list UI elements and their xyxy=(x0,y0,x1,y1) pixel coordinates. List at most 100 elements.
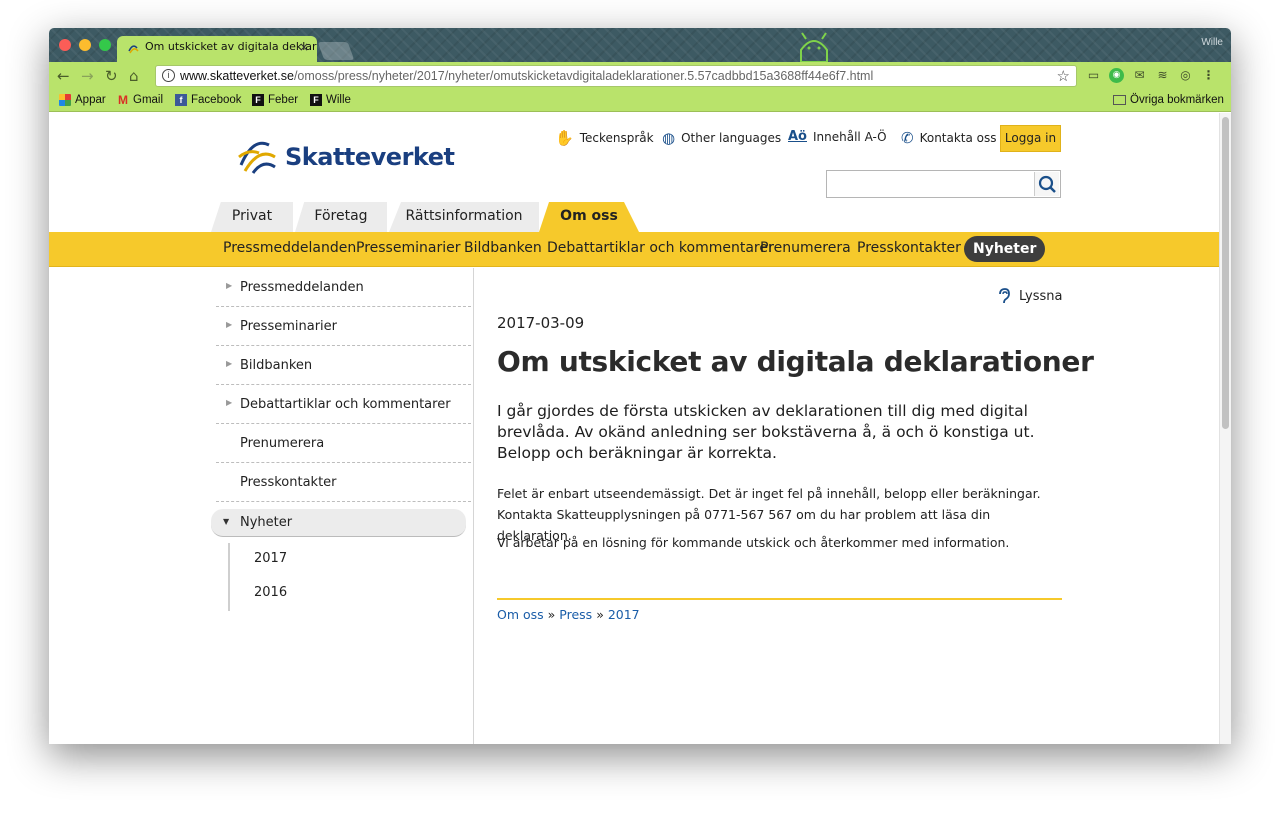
address-bar[interactable]: i www.skatteverket.se/omoss/press/nyhete… xyxy=(155,65,1077,87)
reload-icon[interactable]: ↻ xyxy=(105,67,118,85)
sidebar-item-presskontakter[interactable]: Presskontakter xyxy=(216,463,471,502)
contact-link[interactable]: ✆ Kontakta oss xyxy=(901,129,997,147)
subnav-pressmeddelanden[interactable]: Pressmeddelanden xyxy=(223,240,356,256)
android-icon xyxy=(800,32,828,62)
new-tab-button[interactable] xyxy=(317,42,355,60)
breadcrumb-press[interactable]: Press xyxy=(559,607,592,622)
eye-icon[interactable]: ◎ xyxy=(1178,68,1193,83)
breadcrumb-2017[interactable]: 2017 xyxy=(608,607,640,622)
url-path: /omoss/press/nyheter/2017/nyheter/omutsk… xyxy=(293,69,874,83)
subnav-presskontakter[interactable]: Presskontakter xyxy=(857,240,961,256)
other-languages-link[interactable]: ◍ Other languages xyxy=(662,129,781,147)
skatteverket-favicon-icon xyxy=(128,45,139,54)
sidebar-item-debattartiklar[interactable]: ▶ Debattartiklar och kommentarer xyxy=(216,385,471,424)
bookmarks-bar: Appar M Gmail f Facebook F Feber F Wille… xyxy=(49,90,1231,112)
info-icon[interactable]: i xyxy=(162,69,175,82)
forward-icon[interactable]: → xyxy=(81,67,94,85)
article-date: 2017-03-09 xyxy=(497,314,585,332)
login-button[interactable]: Logga in xyxy=(1000,125,1061,152)
sidebar-item-pressmeddelanden[interactable]: ▶ Pressmeddelanden xyxy=(216,268,471,307)
bookmark-feber[interactable]: F Feber xyxy=(252,94,298,106)
logo-text: Skatteverket xyxy=(285,143,455,171)
profile-name[interactable]: Wille xyxy=(1201,37,1223,48)
browser-window: Om utskicket av digitala deklar × Wille … xyxy=(49,28,1231,744)
folder-icon xyxy=(1113,95,1126,105)
close-window-button[interactable] xyxy=(59,39,71,51)
subnav-debattartiklar[interactable]: Debattartiklar och kommentarer xyxy=(547,240,774,256)
home-icon[interactable]: ⌂ xyxy=(129,67,139,85)
feber-icon: F xyxy=(252,94,264,106)
breadcrumb-separator: » xyxy=(596,607,604,622)
wille-icon: F xyxy=(310,94,322,106)
scrollbar-thumb[interactable] xyxy=(1222,117,1229,429)
globe-icon: ◍ xyxy=(662,129,676,147)
cast-icon[interactable]: ▭ xyxy=(1086,68,1101,83)
gmail-icon: M xyxy=(118,93,128,107)
apps-grid-icon xyxy=(59,94,71,106)
subnav-nyheter[interactable]: Nyheter xyxy=(964,236,1046,262)
expand-arrow-icon: ▶ xyxy=(226,320,233,329)
bookmark-gmail[interactable]: M Gmail xyxy=(117,94,163,106)
minimize-window-button[interactable] xyxy=(79,39,91,51)
sign-language-link[interactable]: ✋ Teckenspråk xyxy=(555,129,654,147)
sign-language-icon: ✋ xyxy=(555,129,574,147)
phone-icon: ✆ xyxy=(901,129,914,147)
other-bookmarks[interactable]: Övriga bokmärken xyxy=(1113,94,1224,106)
expand-arrow-icon: ▶ xyxy=(226,359,233,368)
menu-icon[interactable]: ⋮ xyxy=(1201,68,1216,83)
collapse-arrow-icon: ▼ xyxy=(223,517,230,526)
layers-icon[interactable]: ≋ xyxy=(1155,68,1170,83)
title-bar: Om utskicket av digitala deklar × Wille xyxy=(49,28,1231,62)
logo-icon xyxy=(238,141,276,174)
page-scrollbar[interactable] xyxy=(1219,113,1231,744)
subnav-prenumerera[interactable]: Prenumerera xyxy=(760,240,851,256)
sidebar-item-prenumerera[interactable]: Prenumerera xyxy=(216,424,471,463)
search-field[interactable] xyxy=(826,170,1061,198)
sidebar-nav: ▶ Pressmeddelanden ▶ Presseminarier ▶ Bildb… xyxy=(211,268,471,611)
listen-button[interactable]: Lyssna xyxy=(997,287,1063,305)
back-icon[interactable]: ← xyxy=(57,67,70,85)
search-button[interactable] xyxy=(1034,172,1059,196)
web-page: Skatteverket ✋ Teckenspråk ◍ Other langu… xyxy=(49,113,1219,744)
content-divider xyxy=(473,268,474,744)
article-title: Om utskicket av digitala deklarationer xyxy=(497,345,1094,378)
article-lead: I går gjordes de första utskicken av dek… xyxy=(497,402,1035,462)
bookmark-wille[interactable]: F Wille xyxy=(310,94,351,106)
mail-icon[interactable]: ✉ xyxy=(1132,68,1147,83)
extension-green-icon[interactable]: ◉ xyxy=(1109,68,1124,83)
tab-title: Om utskicket av digitala deklar xyxy=(145,40,317,53)
subnav-bildbanken[interactable]: Bildbanken xyxy=(464,240,542,256)
breadcrumb-om-oss[interactable]: Om oss xyxy=(497,607,544,622)
tab-privat[interactable]: Privat xyxy=(211,202,293,232)
bookmark-star-icon[interactable]: ☆ xyxy=(1057,67,1070,85)
zoom-window-button[interactable] xyxy=(99,39,111,51)
sidebar-item-bildbanken[interactable]: ▶ Bildbanken xyxy=(216,346,471,385)
tab-close-icon[interactable]: × xyxy=(299,40,309,54)
bookmark-facebook[interactable]: f Facebook xyxy=(175,94,242,106)
sidebar-item-nyheter[interactable]: ▼ Nyheter xyxy=(211,509,466,537)
sidebar-subitem-2017[interactable]: 2017 xyxy=(228,543,471,577)
ao-icon: Aö xyxy=(788,129,807,144)
content-az-link[interactable]: Aö Innehåll A-Ö xyxy=(788,129,887,144)
sub-navigation: Pressmeddelanden Presseminarier Bildbank… xyxy=(49,232,1219,267)
sidebar-subitem-2016[interactable]: 2016 xyxy=(228,577,471,611)
article-body-paragraph: Vi arbetar på en lösning för kommande ut… xyxy=(497,535,1010,550)
expand-arrow-icon: ▶ xyxy=(226,281,233,290)
tab-foretag[interactable]: Företag xyxy=(295,202,387,232)
url-host: www.skatteverket.se xyxy=(180,69,294,83)
breadcrumb-separator: » xyxy=(547,607,556,622)
breadcrumb: Om oss » Press » 2017 xyxy=(497,607,640,622)
subnav-presseminarier[interactable]: Presseminarier xyxy=(356,240,460,256)
article-body-line: Felet är enbart utseendemässigt. Det är … xyxy=(497,486,1041,501)
sidebar-item-presseminarier[interactable]: ▶ Presseminarier xyxy=(216,307,471,346)
bookmark-apps[interactable]: Appar xyxy=(59,94,106,106)
tab-om-oss[interactable]: Om oss xyxy=(539,202,639,232)
search-input[interactable] xyxy=(831,172,1031,196)
yellow-divider xyxy=(497,598,1062,600)
browser-tab[interactable]: Om utskicket av digitala deklar × xyxy=(117,36,317,62)
tab-rattsinformation[interactable]: Rättsinformation xyxy=(389,202,539,232)
skatteverket-logo[interactable]: Skatteverket xyxy=(235,131,455,177)
expand-arrow-icon: ▶ xyxy=(226,398,233,407)
browser-toolbar: ← → ↻ ⌂ i www.skatteverket.se/omoss/pres… xyxy=(49,62,1231,90)
ear-icon xyxy=(999,288,1010,304)
